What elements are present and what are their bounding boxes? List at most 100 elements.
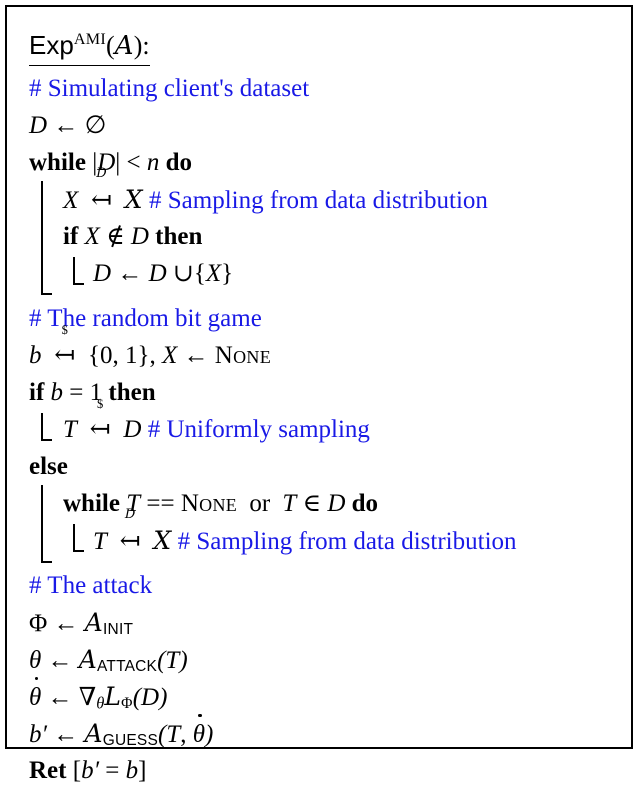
loss-subscript-phi: Φ xyxy=(121,694,133,712)
symbol-T: T xyxy=(166,720,181,748)
keyword-do: do xyxy=(165,148,193,176)
bit-set-literal: {0, 1} xyxy=(88,341,150,369)
comment-text: # Sampling from data distribution xyxy=(177,527,517,555)
symbol-n: n xyxy=(146,148,160,176)
symbol-theta-dot: θ xyxy=(193,713,205,753)
uniform-sample-arrow-icon: $ ↤ xyxy=(83,398,117,448)
assign-arrow-icon: ← xyxy=(53,609,79,637)
line-comment-the-attack: # The attack xyxy=(29,567,625,604)
symbol-T: T xyxy=(282,489,297,517)
adversary-subscript-attack: ATTACK xyxy=(97,657,158,675)
line-comment-simulating-dataset: # Simulating client's dataset xyxy=(29,70,625,107)
keyword-then: then xyxy=(155,222,203,250)
arrow-glyph: ↤ xyxy=(91,186,112,214)
line-if-bit-equals-one: if b = 1 then xyxy=(29,374,625,411)
symbol-adversary: A xyxy=(84,607,104,637)
title-adversary-symbol: A xyxy=(114,30,134,61)
line-else: else xyxy=(29,448,625,485)
comma: , xyxy=(180,720,187,748)
sample-arrow-icon: D ↤ xyxy=(113,508,147,560)
symbol-D: D xyxy=(327,489,346,517)
sample-arrow-label-dollar: $ xyxy=(97,396,104,411)
inner-while-block: T D ↤ X # Sampling from data distributio… xyxy=(29,508,625,560)
symbol-b: b xyxy=(29,341,42,369)
bracket-open: [ xyxy=(72,756,82,784)
line-comment-random-bit-game: # The random bit game xyxy=(29,300,625,337)
comment-text: # Uniformly sampling xyxy=(147,415,370,443)
symbol-D: D xyxy=(29,111,48,139)
union-operator: ∪ xyxy=(172,259,194,287)
symbol-theta-dot: θ xyxy=(29,676,41,716)
symbol-D: D xyxy=(93,259,112,287)
symbol-b: b xyxy=(125,756,139,784)
symbol-script-X: X xyxy=(153,525,172,555)
loss-args: (D) xyxy=(132,683,168,711)
line-add-x-to-dataset: D ← D ∪{X} xyxy=(29,255,625,292)
line-sample-bit-and-reset-x: b $ ↤ {0, 1}, X ← None xyxy=(29,324,625,374)
symbol-D: D xyxy=(148,259,167,287)
equals-operator: = xyxy=(69,378,84,406)
keyword-else: else xyxy=(29,452,68,480)
comment-text: # Simulating client's dataset xyxy=(29,74,310,102)
algorithm-title: ExpAMI(A): xyxy=(29,23,150,66)
line-sample-x: X D ↤ X # Sampling from data distributio… xyxy=(29,167,625,218)
arrow-glyph: ↤ xyxy=(54,341,76,369)
symbol-adversary: A xyxy=(84,718,103,748)
symbol-D: D xyxy=(123,415,142,443)
brace-open: { xyxy=(193,259,206,287)
then-block: T $ ↤ D # Uniformly sampling xyxy=(29,398,625,448)
value-none: None xyxy=(180,489,238,517)
assign-arrow-icon: ← xyxy=(47,646,73,674)
else-block: while T == None or T ∈ D do T D ↤ X # Sa… xyxy=(29,484,625,563)
comment-text: # Sampling from data distribution xyxy=(149,186,488,214)
title-close-paren: ): xyxy=(133,30,150,60)
line-adversary-guess: b′ ← AGUESS(T, θ) xyxy=(29,713,625,753)
keyword-while: while xyxy=(63,489,120,517)
symbol-adversary: A xyxy=(78,644,98,674)
symbol-X: X xyxy=(84,222,100,250)
symbol-script-X: X xyxy=(124,184,143,214)
arrow-glyph: ↤ xyxy=(89,415,111,443)
less-than-operator: < xyxy=(126,148,141,176)
line-if-x-not-in-d: if X ∉ D then xyxy=(29,218,625,255)
symbol-theta: θ xyxy=(29,646,42,674)
empty-set-symbol: ∅ xyxy=(84,111,107,139)
while-block-outer: X D ↤ X # Sampling from data distributio… xyxy=(29,167,625,295)
symbol-phi: Φ xyxy=(29,609,48,637)
title-open-paren: ( xyxy=(106,30,115,60)
comma: , xyxy=(149,341,156,369)
symbol-b-prime: b′ xyxy=(29,720,47,748)
line-sample-t-from-dataset: T $ ↤ D # Uniformly sampling xyxy=(29,398,625,448)
bracket-close: ] xyxy=(138,756,147,784)
value-none: None xyxy=(214,341,272,369)
equality-comparison-operator: == xyxy=(146,489,175,517)
symbol-T: T xyxy=(63,415,77,443)
line-adversary-attack: θ ← AATTACK(T) xyxy=(29,641,625,678)
arrow-glyph: ↤ xyxy=(119,527,141,555)
assign-arrow-icon: ← xyxy=(47,683,73,711)
nabla-operator-icon: ∇ xyxy=(78,683,97,711)
assign-arrow-icon: ← xyxy=(53,720,79,748)
symbol-X: X xyxy=(205,259,222,287)
symbol-b: b xyxy=(50,378,64,406)
symbol-D: D xyxy=(130,222,149,250)
symbol-X: X xyxy=(63,186,79,214)
symbol-T: T xyxy=(93,527,107,555)
keyword-if: if xyxy=(29,378,45,406)
sample-arrow-label-distribution: D xyxy=(124,506,136,522)
element-of-operator: ∈ xyxy=(302,489,322,517)
adversary-args: (T) xyxy=(157,646,188,674)
keyword-do: do xyxy=(351,489,379,517)
line-init-dataset: D ← ∅ xyxy=(29,107,625,144)
uniform-sample-arrow-icon: $ ↤ xyxy=(48,324,82,374)
line-sample-t-from-distribution: T D ↤ X # Sampling from data distributio… xyxy=(29,508,625,560)
symbol-X: X xyxy=(162,341,178,369)
comment-text: # The attack xyxy=(29,571,153,599)
adversary-subscript-guess: GUESS xyxy=(102,731,158,749)
line-return-result: Ret [b′ = b] xyxy=(29,752,625,789)
keyword-or: or xyxy=(249,489,271,517)
assign-arrow-icon: ← xyxy=(53,111,79,139)
keyword-if: if xyxy=(63,222,79,250)
brace-close: } xyxy=(221,259,234,287)
symbol-b-prime: b′ xyxy=(81,756,100,784)
